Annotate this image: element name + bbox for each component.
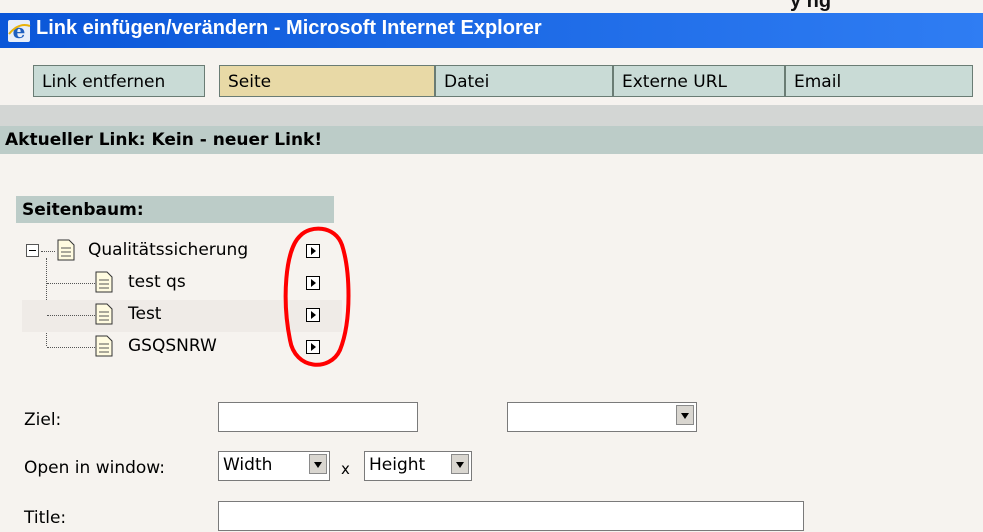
- tree-connector: [47, 347, 95, 348]
- select-arrow-icon[interactable]: [306, 244, 320, 258]
- target-label: Ziel:: [24, 410, 62, 430]
- tree-node[interactable]: test qs: [22, 268, 342, 300]
- cropped-fragment: y ng: [790, 0, 832, 12]
- tree-connector: [47, 283, 95, 284]
- tree-header-label: Seitenbaum:: [22, 200, 144, 220]
- tab-email[interactable]: Email: [785, 65, 973, 97]
- chevron-down-icon[interactable]: [309, 454, 327, 474]
- page-icon: [57, 239, 75, 261]
- tree-connector: [41, 251, 55, 252]
- chevron-down-icon[interactable]: [676, 405, 694, 425]
- tree-node-label[interactable]: test qs: [128, 272, 186, 292]
- current-link-bar: Aktueller Link: Kein - neuer Link!: [0, 126, 983, 154]
- tree-node-label[interactable]: GSQSNRW: [128, 336, 217, 356]
- tree-node[interactable]: Qualitätssicherung: [22, 236, 342, 268]
- tree-node[interactable]: GSQSNRW: [22, 332, 342, 364]
- times-sign: x: [341, 460, 350, 478]
- target-select[interactable]: [507, 402, 697, 432]
- tree-node[interactable]: Test: [22, 300, 342, 332]
- tab-datei[interactable]: Datei: [435, 65, 613, 97]
- title-label: Title:: [24, 508, 67, 528]
- tab-link-entfernen[interactable]: Link entfernen: [33, 65, 205, 97]
- svg-text:e: e: [13, 19, 26, 43]
- page-icon: [95, 303, 113, 325]
- page-icon: [95, 271, 113, 293]
- tab-bar: Link entfernen Seite Datei Externe URL E…: [33, 65, 973, 99]
- top-rim: y ng: [0, 0, 983, 13]
- width-select[interactable]: Width: [218, 451, 330, 481]
- height-select-value: Height: [369, 455, 426, 475]
- chevron-down-icon[interactable]: [451, 454, 469, 474]
- select-arrow-icon[interactable]: [306, 340, 320, 354]
- open-window-label: Open in window:: [24, 458, 166, 478]
- tree-node-label[interactable]: Test: [128, 304, 161, 324]
- height-select[interactable]: Height: [364, 451, 472, 481]
- collapse-icon[interactable]: [26, 244, 39, 257]
- width-select-value: Width: [223, 455, 273, 475]
- select-arrow-icon[interactable]: [306, 276, 320, 290]
- title-input[interactable]: [218, 501, 804, 531]
- tab-externe-url[interactable]: Externe URL: [613, 65, 785, 97]
- tab-seite[interactable]: Seite: [219, 65, 435, 97]
- ie-icon: e: [8, 19, 31, 43]
- current-link-text: Aktueller Link: Kein - neuer Link!: [5, 130, 323, 150]
- tab-underline-band: [0, 105, 983, 126]
- window-title: Link einfügen/verändern - Microsoft Inte…: [36, 17, 542, 39]
- page-icon: [95, 335, 113, 357]
- tree-node-label[interactable]: Qualitätssicherung: [88, 240, 248, 260]
- target-input[interactable]: [218, 402, 418, 432]
- select-arrow-icon[interactable]: [306, 308, 320, 322]
- tree-header: Seitenbaum:: [16, 196, 334, 223]
- tree-connector: [47, 315, 95, 316]
- title-bar: e Link einfügen/verändern - Microsoft In…: [0, 13, 983, 48]
